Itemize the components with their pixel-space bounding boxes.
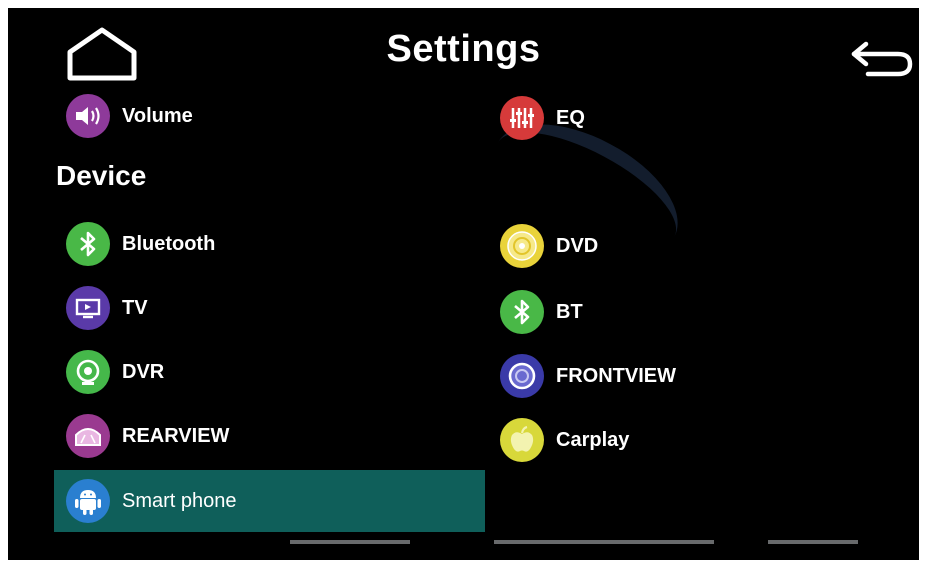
setting-label-dvr: DVR <box>122 360 165 383</box>
setting-label-carplay: Carplay <box>556 428 630 451</box>
setting-label-smart-phone: Smart phone <box>122 489 237 512</box>
setting-item-rearview[interactable]: REARVIEW <box>66 410 229 462</box>
setting-item-carplay[interactable]: Carplay <box>500 414 629 466</box>
setting-label-frontview: FRONTVIEW <box>556 364 676 387</box>
setting-item-bt[interactable]: BT <box>500 286 583 338</box>
speaker-icon <box>66 94 110 138</box>
setting-item-tv[interactable]: TV <box>66 282 148 334</box>
setting-label-rearview: REARVIEW <box>122 424 230 447</box>
equalizer-icon <box>500 96 544 140</box>
android-icon <box>66 479 110 523</box>
section-heading-device: Device <box>56 160 147 191</box>
settings-screen: Settings Volume EQ Device Bluetooth DVD … <box>8 8 919 560</box>
setting-item-bluetooth[interactable]: Bluetooth <box>66 218 215 270</box>
setting-item-dvr[interactable]: DVR <box>66 346 164 398</box>
setting-item-smart-phone[interactable]: Smart phone <box>66 475 237 527</box>
header-bar: Settings <box>8 8 919 98</box>
setting-item-volume[interactable]: Volume <box>66 90 193 142</box>
setting-item-dvd[interactable]: DVD <box>500 220 598 272</box>
tv-icon <box>66 286 110 330</box>
bluetooth-icon <box>66 222 110 266</box>
apple-icon <box>500 418 544 462</box>
frontview-camera-icon <box>500 354 544 398</box>
setting-label-dvd: DVD <box>556 234 599 257</box>
setting-label-eq: EQ <box>556 106 585 129</box>
back-arrow-icon <box>851 41 913 77</box>
bluetooth-icon <box>500 290 544 334</box>
setting-item-frontview[interactable]: FRONTVIEW <box>500 350 676 402</box>
rearview-camera-icon <box>66 414 110 458</box>
setting-item-eq[interactable]: EQ <box>500 92 585 144</box>
screen-noise <box>768 540 858 544</box>
disc-icon <box>500 224 544 268</box>
setting-label-bt: BT <box>556 300 583 323</box>
setting-label-volume: Volume <box>122 104 193 127</box>
setting-label-bluetooth: Bluetooth <box>122 232 216 255</box>
screen-noise <box>290 540 410 544</box>
back-button[interactable] <box>846 36 916 80</box>
setting-label-tv: TV <box>122 296 148 319</box>
page-title: Settings <box>386 28 541 70</box>
camera-icon <box>66 350 110 394</box>
screen-noise <box>494 540 714 544</box>
